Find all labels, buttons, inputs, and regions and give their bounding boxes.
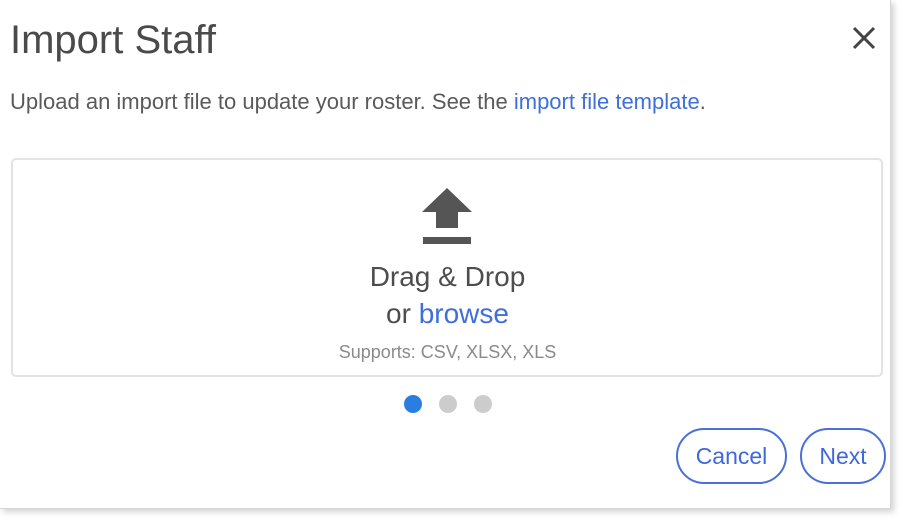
step-dot-3[interactable] [474, 395, 492, 413]
step-dot-1[interactable] [404, 395, 422, 413]
subtitle-text: Upload an import file to update your ros… [10, 89, 514, 114]
dialog-subtitle: Upload an import file to update your ros… [10, 88, 706, 116]
import-staff-dialog: Import Staff Upload an import file to up… [0, 0, 891, 509]
browse-line: or browse [0, 296, 895, 332]
import-template-link[interactable]: import file template [514, 89, 700, 114]
drag-drop-label: Drag & Drop [369, 261, 526, 292]
next-button[interactable]: Next [800, 428, 886, 484]
browse-link[interactable]: browse [419, 298, 509, 329]
cancel-button[interactable]: Cancel [676, 428, 787, 484]
upload-icon [422, 188, 472, 244]
close-button[interactable] [846, 20, 882, 56]
close-icon [852, 26, 876, 50]
supported-formats: Supports: CSV, XLSX, XLS [338, 342, 557, 362]
dialog-title: Import Staff [10, 18, 217, 62]
or-label: or [386, 298, 411, 329]
subtitle-end: . [699, 89, 706, 114]
step-dot-2[interactable] [439, 395, 457, 413]
